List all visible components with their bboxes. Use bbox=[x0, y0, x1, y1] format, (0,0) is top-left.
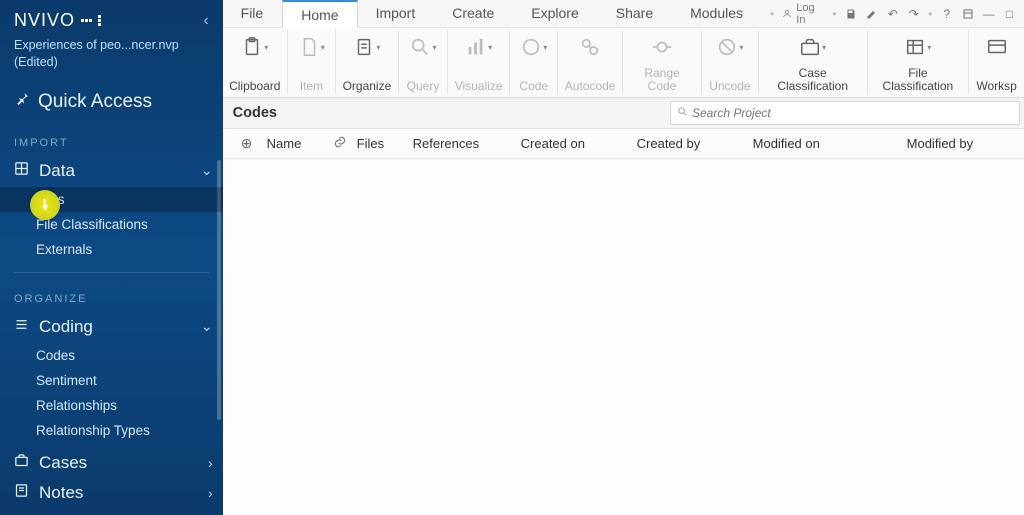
nav-item-externals[interactable]: Externals bbox=[0, 237, 223, 262]
tab-file[interactable]: File bbox=[223, 0, 283, 27]
search-box[interactable] bbox=[670, 101, 1020, 125]
ribbon: ▾ Clipboard ▾ Item ▾ Organize ▾ Query ▾ … bbox=[223, 28, 1024, 98]
maximize-icon[interactable]: □ bbox=[1003, 7, 1016, 21]
ribbon-uncode[interactable]: ▾ Uncode bbox=[702, 30, 759, 95]
ribbon-range-code[interactable]: Range Code bbox=[623, 30, 702, 95]
quick-access-link[interactable]: Quick Access bbox=[0, 81, 223, 127]
divider bbox=[14, 272, 209, 273]
tab-explore[interactable]: Explore bbox=[513, 0, 597, 27]
col-created-by[interactable]: Created by bbox=[629, 136, 745, 151]
menu-bar: File Home Import Create Explore Share Mo… bbox=[223, 0, 1024, 28]
nav-item-sentiment[interactable]: Sentiment bbox=[0, 368, 223, 393]
uncode-icon: ▾ bbox=[716, 34, 743, 60]
redo-icon[interactable]: ↷ bbox=[907, 7, 920, 21]
col-modified-by[interactable]: Modified by bbox=[899, 136, 1019, 151]
project-title: Experiences of peo...ncer.nvp (Edited) bbox=[0, 37, 223, 81]
brand-dots-icon bbox=[81, 19, 92, 22]
tab-share[interactable]: Share bbox=[598, 0, 672, 27]
col-name[interactable]: Name bbox=[259, 136, 325, 151]
cases-icon bbox=[14, 453, 29, 473]
help-icon[interactable]: ? bbox=[940, 7, 953, 21]
workspace-icon bbox=[986, 34, 1008, 60]
item-icon: ▾ bbox=[298, 34, 325, 60]
ribbon-case-classification[interactable]: ▾ Case Classification bbox=[759, 30, 868, 95]
organize-icon: ▾ bbox=[353, 34, 380, 60]
range-code-icon bbox=[651, 34, 673, 60]
nav-group-data[interactable]: Data ⌄ bbox=[0, 157, 223, 187]
visualize-icon: ▾ bbox=[465, 34, 492, 60]
autocode-icon bbox=[579, 34, 601, 60]
ribbon-workspace[interactable]: Worksp bbox=[969, 30, 1024, 95]
section-label-import: IMPORT bbox=[0, 127, 223, 157]
nav-item-relationships[interactable]: Relationships bbox=[0, 393, 223, 418]
panel-header-row: Codes bbox=[223, 98, 1024, 129]
link-icon[interactable] bbox=[325, 135, 349, 152]
section-label-organize: ORGANIZE bbox=[0, 283, 223, 313]
clipboard-icon: ▾ bbox=[241, 34, 268, 60]
nav-group-sets[interactable]: Sets › bbox=[0, 509, 223, 515]
nav-group-notes[interactable]: Notes › bbox=[0, 479, 223, 509]
case-classification-icon: ▾ bbox=[799, 34, 826, 60]
column-headers: ⊕ Name Files References Created on Creat… bbox=[223, 129, 1024, 159]
col-files[interactable]: Files bbox=[349, 136, 405, 151]
notes-icon bbox=[14, 483, 29, 503]
settings-icon[interactable] bbox=[961, 7, 974, 21]
menu-tabs: File Home Import Create Explore Share Mo… bbox=[223, 0, 762, 27]
data-icon bbox=[14, 161, 29, 181]
save-icon[interactable] bbox=[844, 7, 857, 21]
nav-group-coding[interactable]: Coding ⌄ bbox=[0, 313, 223, 343]
brand-logo: NVIVO bbox=[14, 10, 101, 31]
ribbon-query[interactable]: ▾ Query bbox=[399, 30, 448, 95]
brand-dots-icon-2 bbox=[98, 15, 101, 26]
login-button[interactable]: Log In bbox=[782, 2, 824, 26]
chevron-down-icon: ⌄ bbox=[201, 318, 213, 335]
tab-home[interactable]: Home bbox=[282, 0, 357, 28]
ribbon-clipboard[interactable]: ▾ Clipboard bbox=[223, 30, 288, 95]
chevron-right-icon: › bbox=[208, 455, 213, 471]
chevron-right-icon: › bbox=[208, 485, 213, 501]
file-classification-icon: ▾ bbox=[904, 34, 931, 60]
ribbon-file-classification[interactable]: ▾ File Classification bbox=[868, 30, 969, 95]
nav-item-codes[interactable]: Codes bbox=[0, 343, 223, 368]
minimize-icon[interactable]: — bbox=[982, 7, 995, 21]
ribbon-code[interactable]: ▾ Code bbox=[510, 30, 558, 95]
code-icon: ▾ bbox=[520, 34, 547, 60]
search-icon bbox=[677, 106, 688, 120]
tab-create[interactable]: Create bbox=[434, 0, 513, 27]
pin-icon bbox=[14, 91, 30, 113]
col-modified-on[interactable]: Modified on bbox=[745, 136, 899, 151]
ribbon-item[interactable]: ▾ Item bbox=[288, 30, 336, 95]
tab-modules[interactable]: Modules bbox=[672, 0, 762, 27]
col-references[interactable]: References bbox=[405, 136, 513, 151]
undo-icon[interactable]: ↶ bbox=[886, 7, 899, 21]
chevron-down-icon: ⌄ bbox=[201, 162, 213, 179]
cursor-highlight-icon bbox=[30, 190, 60, 220]
col-created-on[interactable]: Created on bbox=[513, 136, 629, 151]
coding-icon bbox=[14, 317, 29, 337]
add-column-icon[interactable]: ⊕ bbox=[233, 135, 259, 152]
nav-item-relationship-types[interactable]: Relationship Types bbox=[0, 418, 223, 443]
nav-group-cases[interactable]: Cases › bbox=[0, 449, 223, 479]
ribbon-visualize[interactable]: ▾ Visualize bbox=[448, 30, 510, 95]
titlebar-actions: • Log In • ↶ ↷ • ? — □ bbox=[762, 0, 1024, 27]
query-icon: ▾ bbox=[409, 34, 436, 60]
content-area bbox=[223, 159, 1024, 515]
sidebar: NVIVO ‹ Experiences of peo...ncer.nvp (E… bbox=[0, 0, 223, 515]
main-area: File Home Import Create Explore Share Mo… bbox=[223, 0, 1024, 515]
ribbon-autocode[interactable]: Autocode bbox=[558, 30, 623, 95]
search-input[interactable] bbox=[688, 103, 1013, 123]
tab-import[interactable]: Import bbox=[358, 0, 435, 27]
sidebar-collapse-icon[interactable]: ‹ bbox=[203, 12, 208, 30]
edit-icon[interactable] bbox=[865, 7, 878, 21]
ribbon-organize[interactable]: ▾ Organize bbox=[336, 30, 399, 95]
panel-title: Codes bbox=[223, 99, 287, 127]
